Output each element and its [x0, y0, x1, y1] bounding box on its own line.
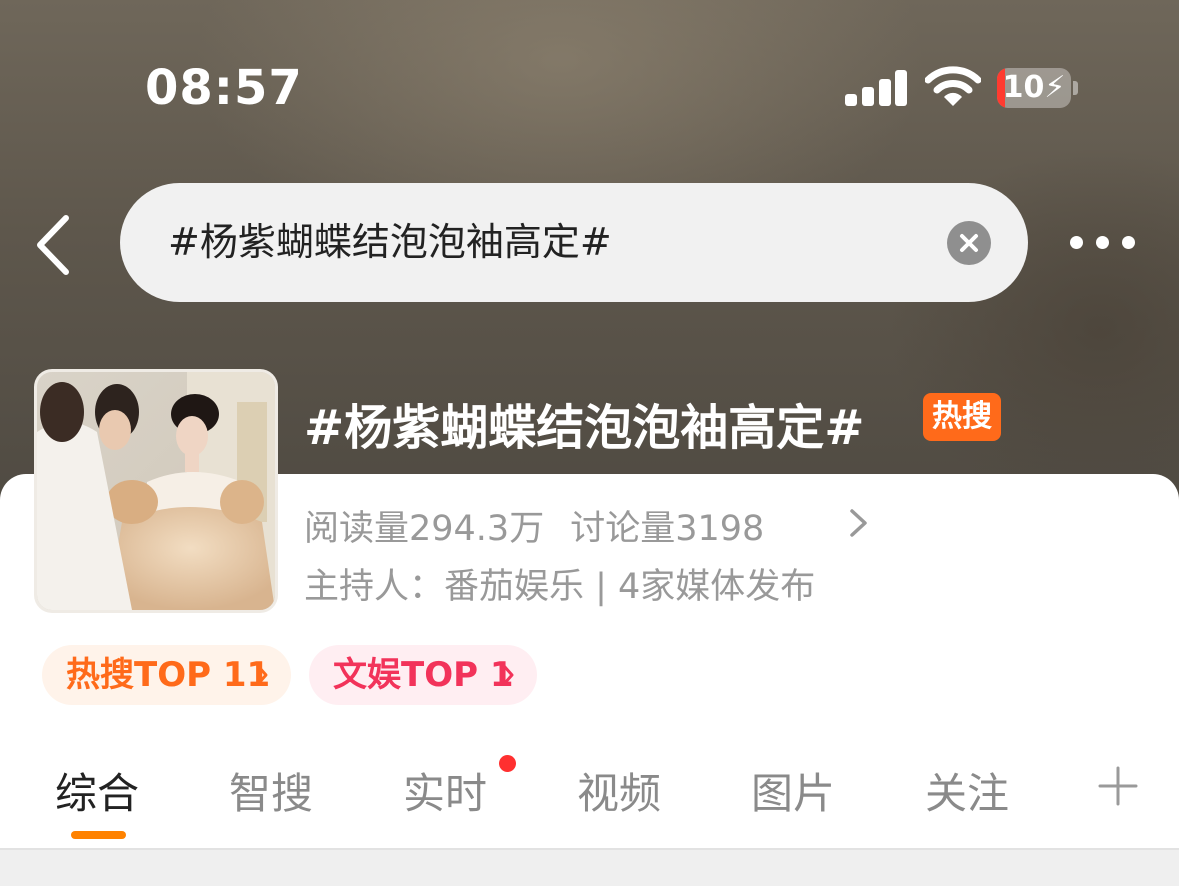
bolt-icon: ⚡ [1044, 70, 1066, 105]
clear-icon[interactable] [947, 221, 991, 265]
tab-realtime[interactable]: 实时 [403, 760, 487, 821]
topic-title: #杨紫蝴蝶结泡泡袖高定# [304, 400, 865, 456]
chevron-right-icon [502, 664, 514, 686]
divider [0, 848, 1179, 850]
read-count: 阅读量294.3万 [304, 509, 545, 549]
new-content-dot [499, 755, 516, 772]
battery-level: 10 [1002, 70, 1045, 105]
discussion-count: 讨论量3198 [570, 509, 765, 549]
wifi-icon [925, 66, 981, 106]
hot-search-rank-pill[interactable]: 热搜TOP 11 [42, 645, 291, 705]
tab-pictures[interactable]: 图片 [751, 760, 835, 821]
search-input[interactable]: #杨紫蝴蝶结泡泡袖高定# [120, 183, 1028, 302]
tab-smart-search[interactable]: 智搜 [229, 760, 313, 821]
search-query-text: #杨紫蝴蝶结泡泡袖高定# [168, 220, 612, 264]
status-time: 08:57 [145, 60, 303, 116]
hot-search-badge: 热搜 [923, 393, 1001, 441]
tab-video[interactable]: 视频 [577, 760, 661, 821]
cellular-signal-icon [845, 70, 907, 106]
chevron-right-icon[interactable] [847, 506, 871, 540]
topic-stats[interactable]: 阅读量294.3万 讨论量3198 [304, 500, 764, 551]
battery-charging-icon: 10⚡ [997, 68, 1081, 108]
host-info: 主持人：番茄娱乐 | 4家媒体发布 [304, 567, 816, 607]
entertainment-rank-label: 文娱TOP 1 [333, 655, 514, 695]
chevron-right-icon [256, 664, 268, 686]
entertainment-rank-pill[interactable]: 文娱TOP 1 [309, 645, 537, 705]
topic-thumbnail[interactable] [34, 369, 278, 613]
plus-icon[interactable] [1098, 766, 1138, 806]
tab-following[interactable]: 关注 [925, 760, 1009, 821]
back-arrow-icon[interactable] [30, 210, 80, 280]
thumbnail-photo [37, 372, 275, 610]
more-icon[interactable] [1070, 236, 1136, 250]
tab-comprehensive[interactable]: 综合 [55, 760, 139, 821]
active-tab-indicator [71, 831, 126, 839]
hot-search-rank-label: 热搜TOP 11 [66, 655, 271, 695]
